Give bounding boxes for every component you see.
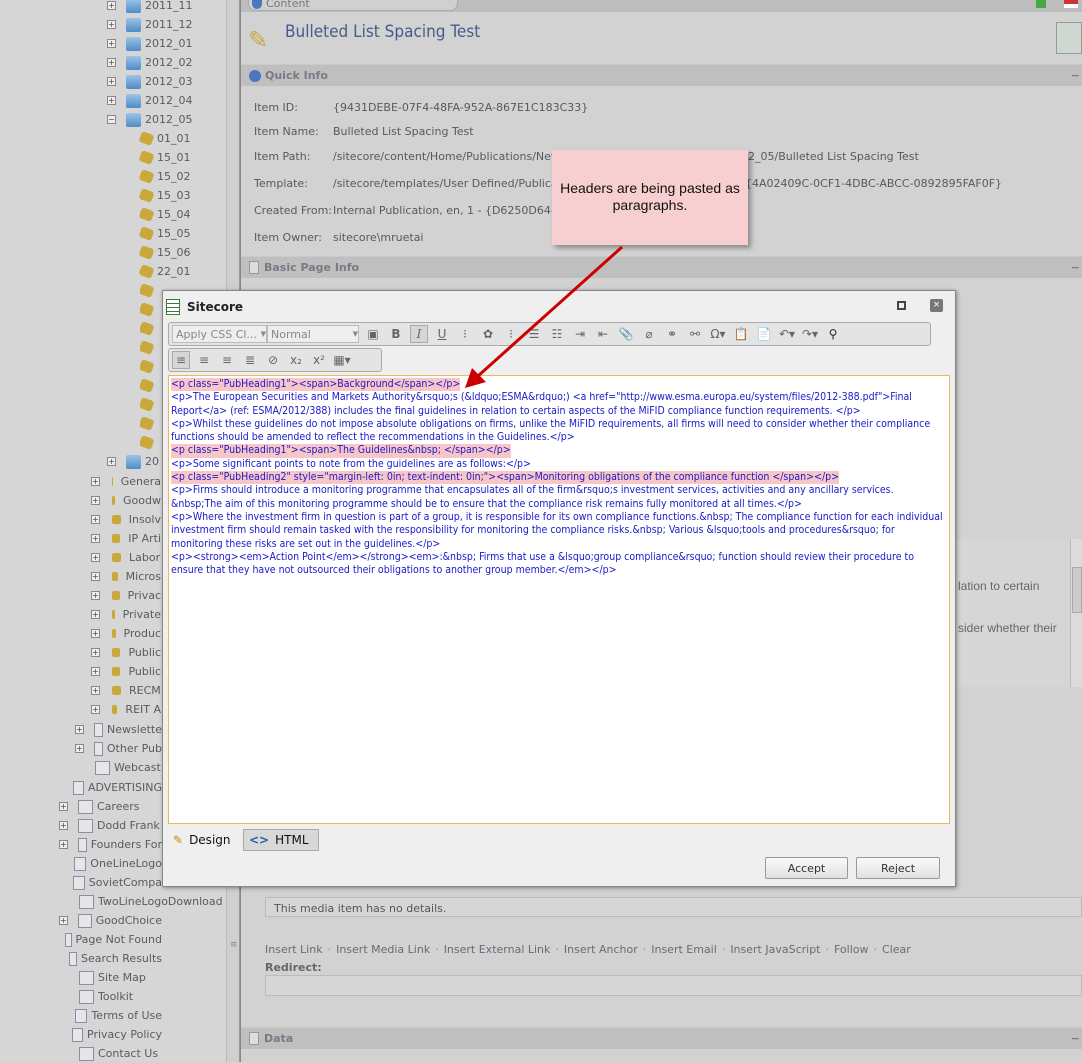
annotation-arrow [465,245,624,388]
arrow-shaft [476,245,624,378]
